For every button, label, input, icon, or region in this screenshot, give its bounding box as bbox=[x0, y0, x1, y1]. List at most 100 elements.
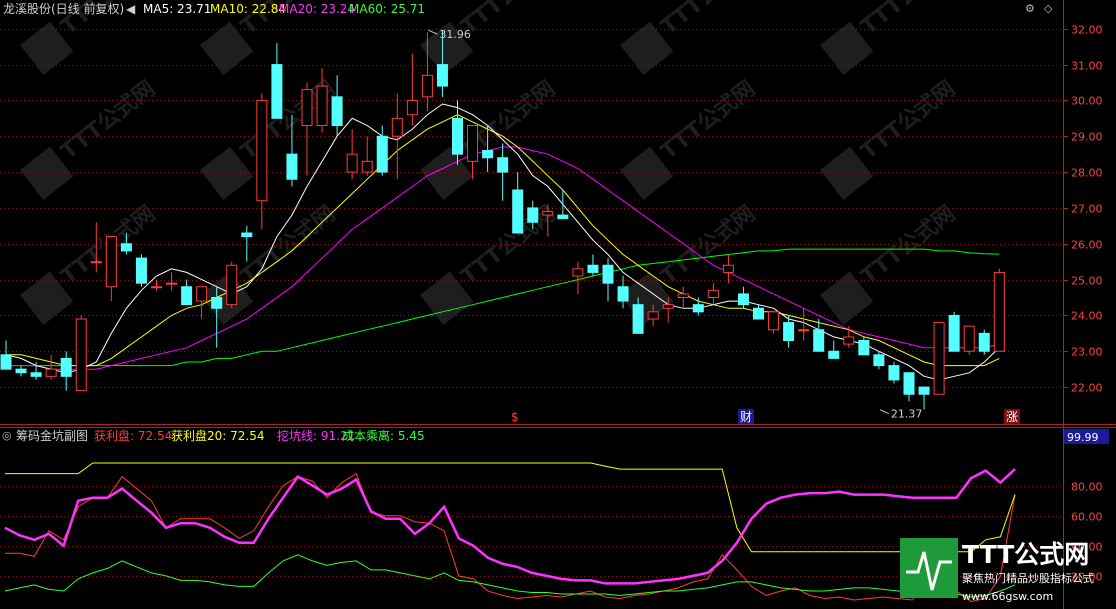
circle-icon[interactable]: ◎ bbox=[2, 429, 12, 442]
candle-body bbox=[632, 304, 644, 334]
candle[interactable] bbox=[241, 225, 253, 262]
candle[interactable] bbox=[602, 258, 614, 302]
candle-body bbox=[482, 150, 494, 159]
dollar-marker[interactable]: $ bbox=[511, 410, 519, 424]
candle[interactable] bbox=[60, 351, 72, 391]
candle[interactable] bbox=[993, 268, 1005, 352]
rise-marker[interactable]: 涨 bbox=[1006, 409, 1018, 424]
candle[interactable] bbox=[256, 93, 268, 230]
sub-indicator-lines bbox=[4, 462, 1016, 603]
candle[interactable] bbox=[677, 286, 689, 309]
finance-marker[interactable]: 财 bbox=[740, 410, 752, 424]
candle[interactable] bbox=[828, 340, 840, 359]
candle-body bbox=[813, 329, 825, 352]
candle[interactable] bbox=[15, 365, 27, 377]
candle[interactable] bbox=[105, 236, 117, 302]
profit-plate20-label: 获利盘20: 72.54 bbox=[171, 428, 264, 443]
candle-body bbox=[993, 271, 1005, 352]
candle-body bbox=[692, 304, 704, 313]
candle[interactable] bbox=[181, 279, 193, 306]
candle-body bbox=[376, 135, 388, 173]
candle-body bbox=[30, 372, 42, 377]
candle-body bbox=[677, 293, 689, 298]
candle[interactable] bbox=[873, 351, 885, 370]
candle[interactable] bbox=[948, 311, 960, 352]
candle-body bbox=[542, 211, 554, 216]
candle[interactable] bbox=[918, 386, 930, 410]
logo-slogan: 聚焦热门精品炒股指标公式 bbox=[962, 571, 1094, 585]
candle[interactable] bbox=[587, 254, 599, 277]
settings-icon[interactable]: ⚙ bbox=[1025, 2, 1035, 15]
diamond-icon[interactable]: ◇ bbox=[1044, 2, 1053, 15]
candle[interactable] bbox=[406, 53, 418, 126]
sub-series-3 bbox=[4, 554, 1016, 598]
candle[interactable] bbox=[391, 93, 403, 180]
candle-body bbox=[918, 386, 930, 395]
watermark-text: TTT公式网 bbox=[657, 201, 761, 290]
candle[interactable] bbox=[978, 329, 990, 355]
collapse-arrow-icon[interactable]: ◀ bbox=[126, 2, 136, 16]
candle[interactable] bbox=[858, 336, 870, 356]
candle[interactable] bbox=[753, 304, 764, 320]
candle[interactable] bbox=[963, 325, 975, 355]
candle[interactable] bbox=[166, 272, 178, 291]
candle[interactable] bbox=[572, 261, 584, 294]
indicator-name[interactable]: 筹码金坑副图 bbox=[16, 428, 88, 443]
candle[interactable] bbox=[361, 136, 373, 176]
candle-body bbox=[181, 286, 193, 306]
watermark-layer: TTT公式网 TTT公式网 TTT公式网 TTT公式网 TTT公式网 TTT公式网 TTT公… bbox=[20, 0, 960, 325]
candle-body bbox=[331, 96, 343, 127]
candle[interactable] bbox=[617, 276, 629, 309]
candle-body bbox=[120, 243, 132, 252]
candle-body bbox=[497, 157, 509, 173]
candle[interactable] bbox=[692, 297, 704, 316]
candle[interactable] bbox=[0, 340, 12, 370]
candle[interactable] bbox=[226, 261, 238, 309]
candle[interactable] bbox=[707, 283, 719, 305]
price-tick-label: 31.00 bbox=[1071, 60, 1103, 73]
candle[interactable] bbox=[135, 254, 147, 287]
candle-body bbox=[0, 354, 12, 370]
candle-body bbox=[737, 293, 749, 306]
candle[interactable] bbox=[75, 315, 87, 392]
candle[interactable] bbox=[45, 354, 57, 380]
watermark: TTT公式网 bbox=[820, 201, 960, 325]
candle-body bbox=[271, 64, 283, 119]
price-tick-label: 28.00 bbox=[1071, 167, 1103, 180]
candle[interactable] bbox=[271, 43, 283, 119]
cost-deviation-label: 成本乘离: 5.45 bbox=[342, 428, 425, 443]
candle-body bbox=[662, 304, 674, 309]
candle-body bbox=[978, 332, 990, 352]
candle[interactable] bbox=[512, 172, 524, 234]
candle-body bbox=[527, 207, 539, 223]
candle-body bbox=[316, 85, 328, 127]
annotation-label: 21.37 bbox=[891, 408, 923, 421]
candle[interactable] bbox=[737, 286, 749, 309]
candle-body bbox=[256, 99, 268, 202]
stock-chart[interactable]: TTT公式网 TTT公式网 TTT公式网 TTT公式网 TTT公式网TTT公式网 TTT公… bbox=[0, 0, 1116, 609]
candle-body bbox=[166, 282, 178, 285]
candle[interactable] bbox=[497, 143, 509, 201]
candle-body bbox=[617, 286, 629, 302]
candle[interactable] bbox=[151, 279, 162, 291]
candle-body bbox=[873, 354, 885, 367]
candle[interactable] bbox=[30, 362, 42, 380]
candle-body bbox=[15, 368, 27, 374]
candle-body bbox=[286, 153, 298, 180]
candle[interactable] bbox=[768, 311, 780, 334]
candle[interactable] bbox=[301, 82, 313, 176]
candle[interactable] bbox=[933, 322, 945, 395]
ma10-label: MA10: 22.84 bbox=[210, 2, 286, 16]
price-tick-label: 24.00 bbox=[1071, 310, 1103, 323]
candle-body bbox=[783, 322, 795, 342]
candle[interactable] bbox=[331, 75, 343, 137]
candle[interactable] bbox=[903, 372, 915, 402]
candle-body bbox=[512, 189, 524, 234]
candle-body bbox=[768, 311, 780, 331]
candle-body bbox=[858, 340, 870, 356]
candle-body bbox=[843, 336, 855, 345]
candle[interactable] bbox=[888, 362, 900, 384]
candle[interactable] bbox=[376, 125, 388, 176]
candle[interactable] bbox=[722, 254, 734, 284]
watermark-text: TTT公式网 bbox=[657, 0, 761, 40]
